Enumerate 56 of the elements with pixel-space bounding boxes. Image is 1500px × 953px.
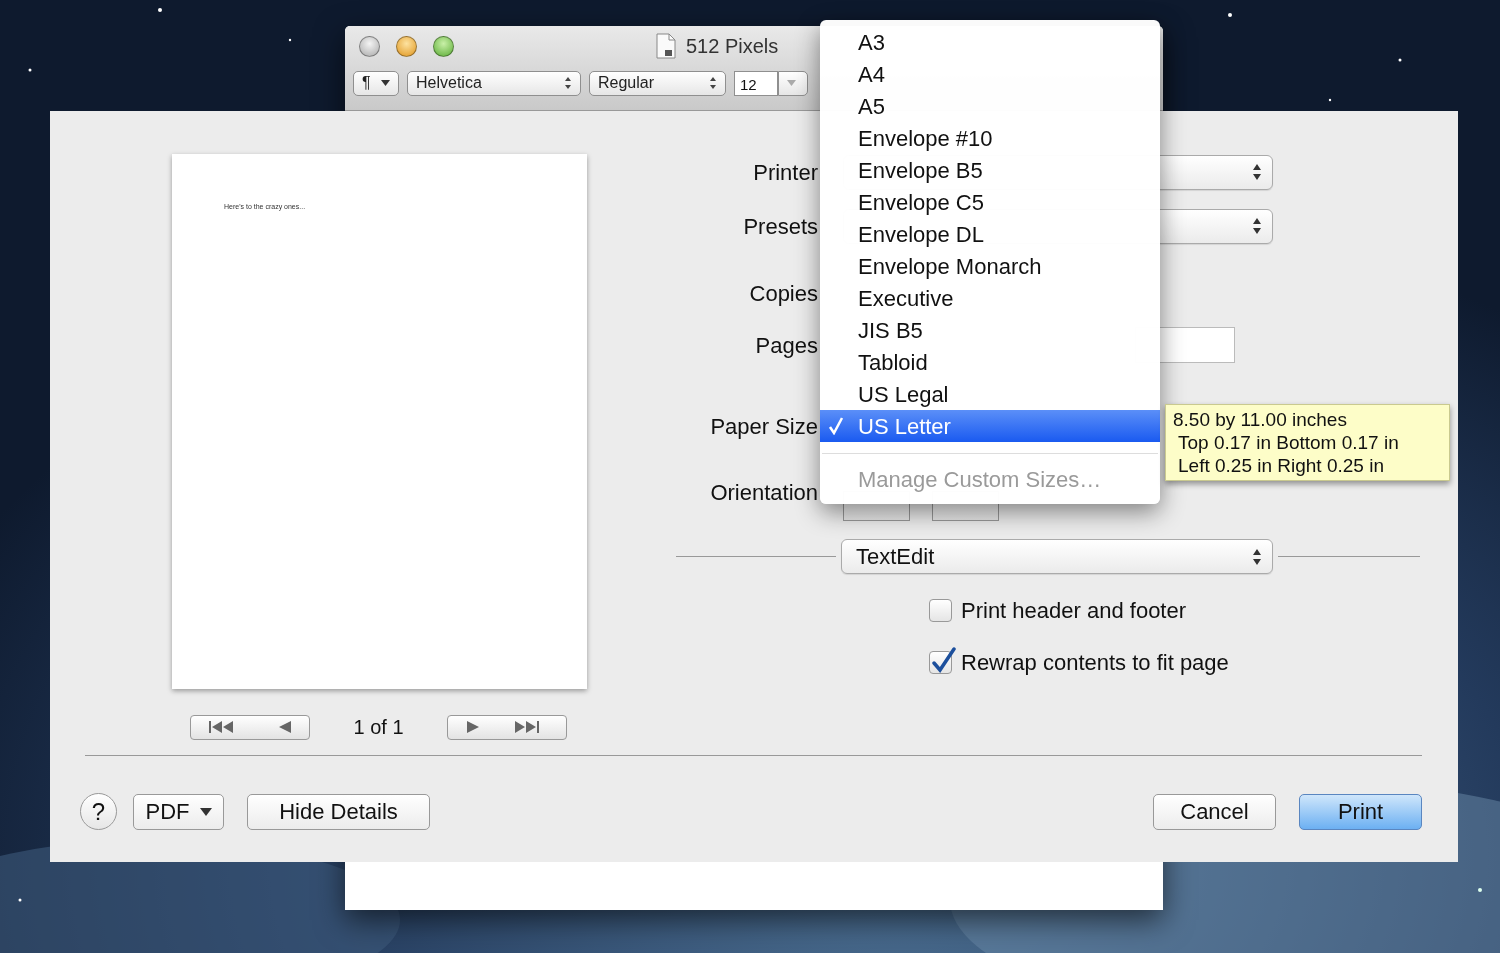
caret-icon: [787, 80, 796, 86]
menu-item[interactable]: Executive: [820, 282, 1160, 314]
menu-item[interactable]: Envelope C5: [820, 186, 1160, 218]
field-label: Presets: [742, 212, 818, 241]
font-style-popup[interactable]: Regular: [589, 70, 726, 96]
up-down-arrows-icon: [1252, 217, 1262, 235]
tooltip-line: Left 0.25 in Right 0.25 in: [1177, 454, 1385, 477]
menu-item[interactable]: Envelope DL: [820, 218, 1160, 250]
caret-icon: [381, 80, 390, 86]
caret-icon: [199, 807, 212, 816]
field-label: Printer: [752, 158, 818, 187]
menu-item[interactable]: US Letter: [820, 410, 1160, 442]
hide-details-button[interactable]: Hide Details: [247, 793, 430, 830]
first-previous-page-button[interactable]: [190, 714, 310, 740]
checkmark-icon: [828, 417, 844, 435]
tooltip-line: Top 0.17 in Bottom 0.17 in: [1177, 431, 1400, 454]
menu-item[interactable]: JIS B5: [820, 314, 1160, 346]
next-last-page-button[interactable]: [447, 714, 567, 740]
menu-item[interactable]: A5: [820, 90, 1160, 122]
font-family-popup[interactable]: Helvetica: [407, 70, 581, 96]
tooltip-line: 8.50 by 11.00 inches: [1173, 408, 1348, 431]
up-down-arrows-icon: [564, 76, 572, 90]
checkbox-label: Print header and footer: [961, 596, 1187, 625]
menu-item[interactable]: Tabloid: [820, 346, 1160, 378]
window-title: 512 Pixels: [686, 34, 779, 59]
document-icon: [656, 33, 676, 59]
up-down-arrows-icon: [1252, 163, 1262, 181]
minimize-button[interactable]: [396, 35, 417, 57]
print-button[interactable]: Print: [1299, 793, 1422, 830]
help-button[interactable]: ?: [80, 793, 117, 830]
field-label: Copies: [748, 279, 818, 308]
menu-item: Manage Custom Sizes…: [857, 465, 1103, 494]
next-icon: [465, 720, 480, 734]
font-size-menu-button[interactable]: [778, 70, 808, 96]
field-label: Pages: [754, 331, 818, 360]
menu-item[interactable]: A3: [820, 26, 1160, 58]
pdf-menu-button[interactable]: PDF: [133, 793, 224, 830]
zoom-button[interactable]: [433, 35, 454, 57]
app-options-dropdown[interactable]: TextEdit: [841, 539, 1273, 574]
menu-item[interactable]: Envelope #10: [820, 122, 1160, 154]
paragraph-menu-button[interactable]: ¶: [353, 70, 399, 96]
up-down-arrows-icon: [1252, 547, 1262, 566]
cancel-button[interactable]: Cancel: [1153, 793, 1276, 830]
close-button[interactable]: [359, 35, 380, 57]
font-size-field[interactable]: 12: [734, 70, 778, 96]
checkbox-label: Rewrap contents to fit page: [961, 648, 1229, 677]
up-down-arrows-icon: [709, 76, 717, 90]
checkbox[interactable]: [929, 598, 952, 622]
menu-item[interactable]: Envelope Monarch: [820, 250, 1160, 282]
field-label: Paper Size: [709, 412, 818, 441]
menu-item[interactable]: A4: [820, 58, 1160, 90]
page-indicator: 1 of 1: [352, 715, 405, 740]
menu-item[interactable]: US Legal: [820, 378, 1160, 410]
field-label: Orientation: [709, 478, 818, 507]
menu-item[interactable]: Envelope B5: [820, 154, 1160, 186]
previous-icon: [277, 720, 292, 734]
